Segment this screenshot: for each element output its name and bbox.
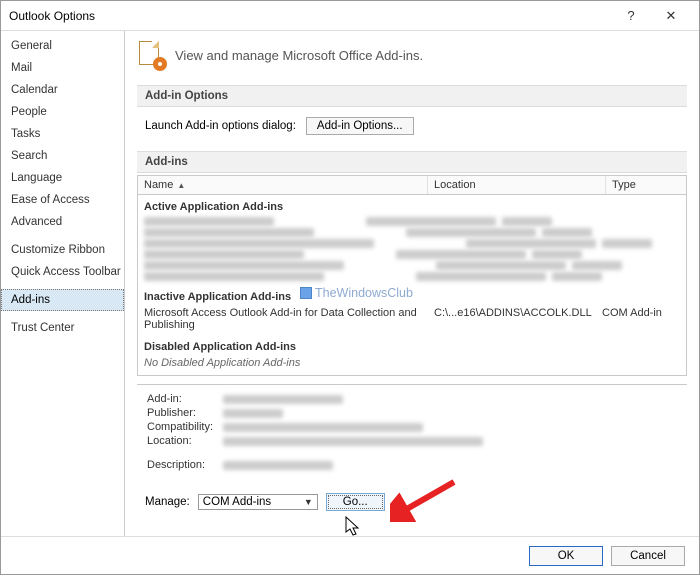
- outlook-options-window: Outlook Options ? ✕ General Mail Calenda…: [0, 0, 700, 575]
- close-icon: ✕: [666, 8, 677, 24]
- manage-row: Manage: COM Add-ins ▼ Go...: [137, 483, 687, 515]
- sidebar-item-advanced[interactable]: Advanced: [1, 211, 124, 233]
- sidebar-item-customize-ribbon[interactable]: Customize Ribbon: [1, 239, 124, 261]
- group-inactive: Inactive Application Add-ins: [144, 291, 680, 303]
- window-title: Outlook Options: [9, 9, 611, 23]
- sidebar-item-quick-access-toolbar[interactable]: Quick Access Toolbar: [1, 261, 124, 283]
- manage-select[interactable]: COM Add-ins ▼: [198, 494, 318, 510]
- section-addins: Add-ins: [137, 151, 687, 173]
- detail-publisher-value: [223, 409, 283, 418]
- main-panel: View and manage Microsoft Office Add-ins…: [125, 31, 699, 536]
- group-disabled: Disabled Application Add-ins: [144, 341, 680, 353]
- detail-location-label: Location:: [147, 435, 221, 447]
- detail-addin-label: Add-in:: [147, 393, 221, 405]
- sidebar-item-add-ins[interactable]: Add-ins: [1, 289, 124, 311]
- sidebar-item-tasks[interactable]: Tasks: [1, 123, 124, 145]
- dialog-footer: OK Cancel: [1, 536, 699, 574]
- go-button[interactable]: Go...: [326, 493, 385, 511]
- detail-description-value: [223, 461, 333, 470]
- addins-grid: Name ▲ Location Type Active Application …: [137, 175, 687, 376]
- detail-addin-value: [223, 395, 343, 404]
- grid-body[interactable]: Active Application Add-ins Inactive Appl…: [138, 195, 686, 375]
- grid-header: Name ▲ Location Type: [138, 176, 686, 195]
- detail-compat-value: [223, 423, 423, 432]
- table-row[interactable]: [144, 228, 680, 237]
- launch-addin-row: Launch Add-in options dialog: Add-in Opt…: [137, 107, 687, 145]
- manage-label: Manage:: [145, 496, 190, 508]
- cell-name: Microsoft Access Outlook Add-in for Data…: [144, 307, 434, 331]
- table-row[interactable]: [144, 239, 680, 248]
- manage-selected-value: COM Add-ins: [203, 496, 271, 508]
- ok-button[interactable]: OK: [529, 546, 603, 566]
- addin-details: Add-in: Publisher: Compatibility: Locati…: [137, 384, 687, 483]
- col-name[interactable]: Name ▲: [138, 176, 428, 194]
- sidebar-item-ease-of-access[interactable]: Ease of Access: [1, 189, 124, 211]
- launch-addin-label: Launch Add-in options dialog:: [145, 120, 296, 132]
- dialog-body: General Mail Calendar People Tasks Searc…: [1, 31, 699, 536]
- page-heading: View and manage Microsoft Office Add-ins…: [137, 41, 687, 69]
- sidebar-item-people[interactable]: People: [1, 101, 124, 123]
- table-row[interactable]: [144, 250, 680, 259]
- table-row[interactable]: [144, 217, 680, 226]
- cell-location: C:\...e16\ADDINS\ACCOLK.DLL: [434, 307, 602, 331]
- disabled-none: No Disabled Application Add-ins: [144, 357, 680, 369]
- sidebar-item-mail[interactable]: Mail: [1, 57, 124, 79]
- sort-asc-icon: ▲: [177, 181, 185, 190]
- sidebar-item-calendar[interactable]: Calendar: [1, 79, 124, 101]
- close-button[interactable]: ✕: [651, 1, 691, 31]
- page-heading-text: View and manage Microsoft Office Add-ins…: [175, 48, 423, 63]
- table-row[interactable]: [144, 261, 680, 270]
- group-active: Active Application Add-ins: [144, 201, 680, 213]
- addin-options-button[interactable]: Add-in Options...: [306, 117, 414, 135]
- detail-publisher-label: Publisher:: [147, 407, 221, 419]
- col-type[interactable]: Type: [606, 176, 686, 194]
- detail-description-label: Description:: [147, 449, 221, 471]
- section-addin-options: Add-in Options: [137, 85, 687, 107]
- sidebar-item-language[interactable]: Language: [1, 167, 124, 189]
- sidebar-item-trust-center[interactable]: Trust Center: [1, 317, 124, 339]
- sidebar-item-general[interactable]: General: [1, 35, 124, 57]
- detail-compat-label: Compatibility:: [147, 421, 221, 433]
- titlebar: Outlook Options ? ✕: [1, 1, 699, 31]
- sidebar-item-search[interactable]: Search: [1, 145, 124, 167]
- col-location[interactable]: Location: [428, 176, 606, 194]
- cell-type: COM Add-in: [602, 307, 680, 331]
- help-button[interactable]: ?: [611, 1, 651, 31]
- chevron-down-icon: ▼: [304, 497, 313, 507]
- detail-location-value: [223, 437, 483, 446]
- addins-page-icon: [137, 41, 165, 69]
- table-row[interactable]: Microsoft Access Outlook Add-in for Data…: [144, 307, 680, 331]
- sidebar: General Mail Calendar People Tasks Searc…: [1, 31, 125, 536]
- table-row[interactable]: [144, 272, 680, 281]
- cancel-button[interactable]: Cancel: [611, 546, 685, 566]
